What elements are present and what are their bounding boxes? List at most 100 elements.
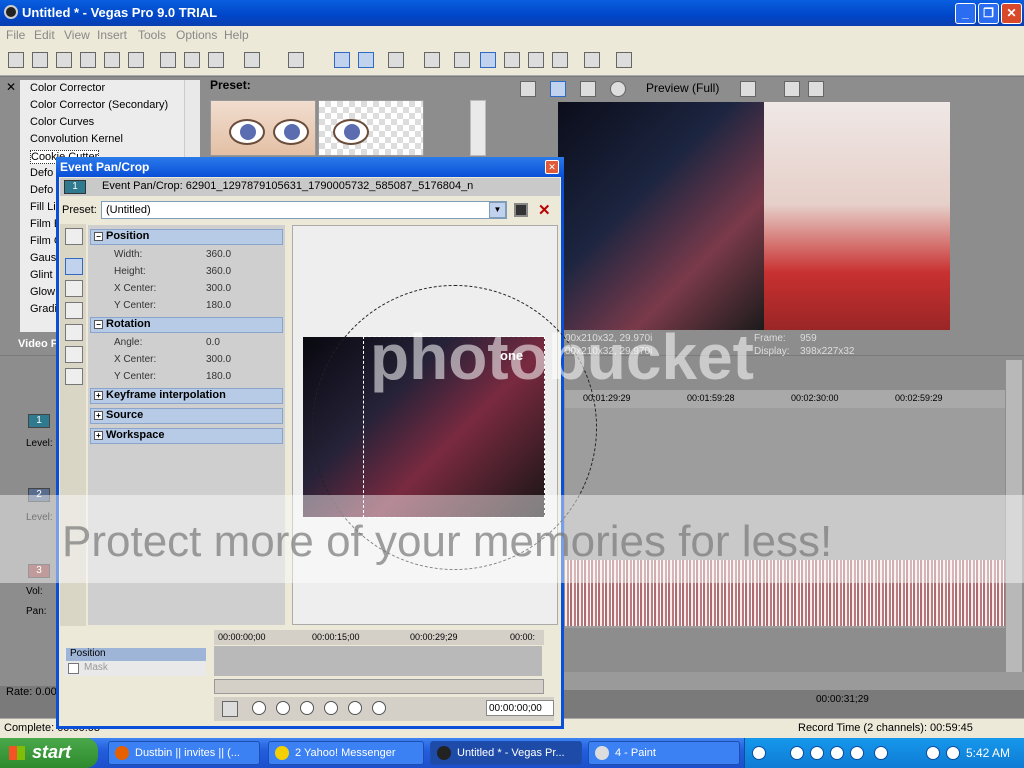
brush-icon[interactable] (584, 52, 600, 68)
preset-select[interactable]: (Untitled) (101, 201, 507, 219)
menu-view[interactable]: View (64, 28, 90, 42)
prop-row[interactable]: X Center: 300.0 (90, 281, 283, 298)
volume-icon[interactable] (874, 746, 888, 760)
undo-icon[interactable] (244, 52, 260, 68)
menu-insert[interactable]: Insert (97, 28, 127, 42)
save-icon[interactable] (56, 52, 72, 68)
overlays-icon[interactable] (740, 81, 756, 97)
ignore-grouping-icon[interactable] (388, 52, 404, 68)
section-source[interactable]: + Source (90, 408, 283, 424)
chevron-down-icon[interactable]: ▼ (489, 202, 506, 218)
prop-value[interactable]: 360.0 (206, 266, 231, 277)
track-number[interactable]: 1 (28, 414, 50, 428)
restore-button[interactable]: ❐ (978, 3, 999, 24)
delete-keyframe-icon[interactable] (372, 701, 386, 715)
preview-quality-dropdown[interactable]: Preview (Full) (646, 81, 719, 95)
prop-row[interactable]: Angle: 0.0 (90, 335, 283, 352)
enable-snapping-icon[interactable] (65, 302, 83, 319)
sync-cursor-icon[interactable] (222, 701, 238, 717)
zoom-icon[interactable] (65, 280, 83, 297)
keyframe-time[interactable]: 00:00:00;00 (486, 700, 554, 716)
show-properties-icon[interactable] (65, 228, 83, 245)
snapping-icon[interactable] (454, 52, 470, 68)
play-icon[interactable] (790, 746, 804, 760)
menu-tools[interactable]: Tools (138, 28, 166, 42)
stop-icon[interactable] (810, 746, 824, 760)
prop-value[interactable]: 300.0 (206, 354, 231, 365)
delete-preset-icon[interactable]: ✕ (538, 201, 551, 219)
envelope-tool-icon[interactable] (504, 52, 520, 68)
move-freely-icon[interactable] (65, 368, 83, 385)
menu-help[interactable]: Help (224, 28, 249, 42)
fx-item[interactable]: Glow (30, 286, 55, 298)
split-screen-icon[interactable] (610, 81, 626, 97)
add-keyframe-icon[interactable] (348, 701, 362, 715)
keyframe-row-position[interactable]: Position (66, 648, 206, 661)
app-icon[interactable] (4, 5, 18, 19)
task-paint[interactable]: 4 - Paint (588, 741, 740, 765)
preset-thumbnail[interactable] (210, 100, 316, 156)
preview-properties-icon[interactable] (520, 81, 536, 97)
cut-icon[interactable] (160, 52, 176, 68)
normal-edit-tool-icon[interactable] (480, 52, 496, 68)
fx-item[interactable]: Fill Li (30, 201, 56, 213)
start-button[interactable]: start (0, 738, 98, 768)
selection-tool-icon[interactable] (528, 52, 544, 68)
keyframe-track[interactable] (214, 646, 542, 676)
menu-edit[interactable]: Edit (34, 28, 55, 42)
whats-this-icon[interactable] (616, 52, 632, 68)
auto-crossfade-icon[interactable] (424, 52, 440, 68)
external-monitor-icon[interactable] (550, 81, 566, 97)
save-preset-icon[interactable] (514, 203, 528, 217)
fx-item[interactable]: Gaus (30, 252, 56, 264)
properties-icon[interactable] (128, 52, 144, 68)
task-vegas[interactable]: Untitled * - Vegas Pr... (430, 741, 582, 765)
panel-close-icon[interactable]: ✕ (6, 80, 16, 94)
preview-fx-icon[interactable] (580, 81, 596, 97)
prop-value[interactable]: 180.0 (206, 371, 231, 382)
lock-envelopes-icon[interactable] (358, 52, 374, 68)
section-keyframe-interpolation[interactable]: + Keyframe interpolation (90, 388, 283, 404)
keyframe-ruler[interactable]: 00:00:00;00 00:00:15;00 00:00:29;29 00:0… (214, 630, 544, 645)
first-keyframe-icon[interactable] (252, 701, 266, 715)
prev-track-icon[interactable] (830, 746, 844, 760)
lock-aspect-icon[interactable] (65, 346, 83, 363)
prev-keyframe-icon[interactable] (276, 701, 290, 715)
fx-item[interactable]: Glint (30, 269, 53, 281)
fx-item[interactable]: Defo (30, 184, 53, 196)
normal-edit-icon[interactable] (65, 258, 83, 275)
menu-options[interactable]: Options (176, 28, 217, 42)
redo-icon[interactable] (288, 52, 304, 68)
paste-icon[interactable] (208, 52, 224, 68)
fx-item[interactable]: Gradi (30, 303, 57, 315)
prop-row[interactable]: Height: 360.0 (90, 264, 283, 281)
media-icon[interactable] (752, 746, 766, 760)
preset-scrollbar[interactable] (470, 100, 486, 156)
security-icon[interactable] (946, 746, 960, 760)
prop-value[interactable]: 360.0 (206, 249, 231, 260)
network-icon[interactable] (926, 746, 940, 760)
prop-row[interactable]: Width: 360.0 (90, 247, 283, 264)
section-position[interactable]: − Position (90, 229, 283, 245)
fx-item[interactable]: Defo (30, 167, 53, 179)
keyframe-row-mask[interactable]: Mask (66, 662, 206, 675)
save-as-icon[interactable] (80, 52, 96, 68)
prop-value[interactable]: 0.0 (206, 337, 220, 348)
fx-item[interactable]: Color Curves (30, 116, 94, 128)
open-icon[interactable] (32, 52, 48, 68)
prop-row[interactable]: Y Center: 180.0 (90, 369, 283, 386)
render-icon[interactable] (104, 52, 120, 68)
save-snapshot-icon[interactable] (808, 81, 824, 97)
close-button[interactable]: ✕ (1001, 3, 1022, 24)
last-keyframe-icon[interactable] (324, 701, 338, 715)
dialog-close-button[interactable]: ✕ (545, 160, 559, 174)
prop-row[interactable]: Y Center: 180.0 (90, 298, 283, 315)
dialog-title-bar[interactable]: Event Pan/Crop (56, 157, 564, 177)
copy-icon[interactable] (184, 52, 200, 68)
preset-thumbnail[interactable] (318, 100, 424, 156)
fx-item[interactable]: Color Corrector (Secondary) (30, 99, 168, 111)
video-fx-tab[interactable]: Video F (18, 338, 58, 350)
mask-checkbox[interactable] (68, 663, 79, 674)
fx-item[interactable]: Color Corrector (30, 82, 105, 94)
section-rotation[interactable]: − Rotation (90, 317, 283, 333)
